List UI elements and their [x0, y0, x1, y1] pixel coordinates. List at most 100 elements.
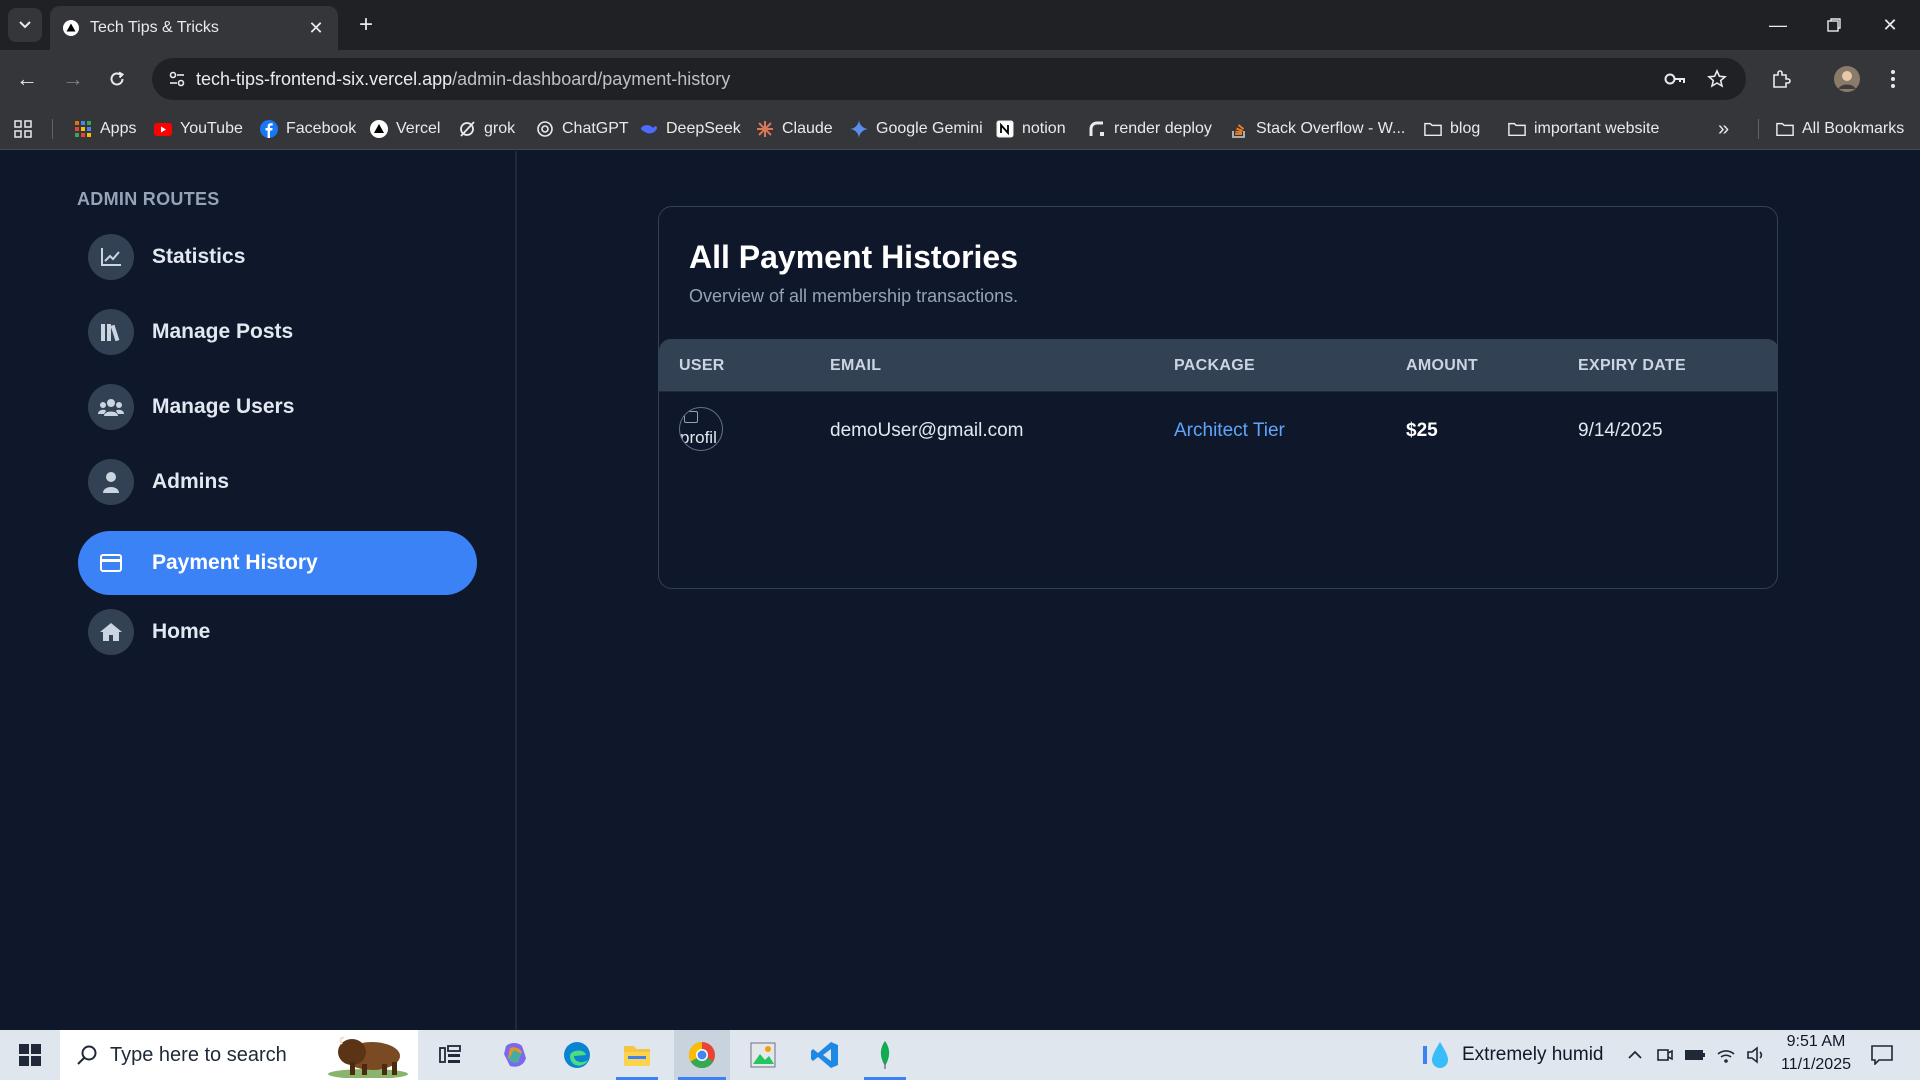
tab-search-button[interactable]: [8, 8, 42, 42]
bookmark-chatgpt[interactable]: ChatGPT: [536, 108, 629, 150]
bookmark-gemini[interactable]: Google Gemini: [850, 108, 983, 150]
close-window-button[interactable]: ✕: [1870, 8, 1910, 42]
taskbar-chrome[interactable]: [674, 1030, 730, 1080]
admin-sidebar: ADMIN ROUTES Statistics Manage Posts Man…: [0, 151, 517, 1030]
forward-button[interactable]: →: [56, 62, 90, 96]
chatgpt-icon: [536, 120, 554, 138]
chart-line-icon: [88, 234, 134, 280]
bookmark-label: blog: [1450, 120, 1481, 137]
weather-text[interactable]: Extremely humid: [1462, 1044, 1604, 1066]
vercel-favicon-icon: [62, 19, 80, 37]
sidebar-heading: ADMIN ROUTES: [77, 189, 220, 209]
bookmark-label: Apps: [100, 120, 137, 137]
bookmark-deepseek[interactable]: DeepSeek: [640, 108, 741, 150]
task-view-button[interactable]: [430, 1030, 470, 1080]
taskbar-mongodb[interactable]: [860, 1030, 910, 1080]
folder-icon: [1508, 120, 1526, 138]
books-icon: [88, 309, 134, 355]
taskbar-edge[interactable]: [552, 1030, 602, 1080]
chevron-down-icon: [19, 21, 31, 29]
column-header-package: PACKAGE: [1174, 357, 1255, 374]
tab-close-icon[interactable]: ✕: [306, 18, 326, 39]
taskbar-search-box[interactable]: Type here to search: [60, 1030, 418, 1080]
page-content: ADMIN ROUTES Statistics Manage Posts Man…: [0, 151, 1920, 1030]
sidebar-item-manage-posts[interactable]: Manage Posts: [78, 300, 477, 364]
edge-icon: [564, 1042, 590, 1068]
tray-battery[interactable]: [1680, 1030, 1710, 1080]
browser-menu-icon[interactable]: [1876, 62, 1910, 96]
reload-button[interactable]: [100, 62, 134, 96]
all-bookmarks-button[interactable]: All Bookmarks: [1776, 108, 1904, 150]
url-domain: tech-tips-frontend-six.vercel.app: [196, 69, 453, 89]
bookmark-label: render deploy: [1114, 120, 1212, 137]
file-explorer-icon: [624, 1046, 650, 1066]
restore-button[interactable]: [1814, 8, 1854, 42]
back-button[interactable]: ←: [10, 62, 44, 96]
minimize-button[interactable]: —: [1758, 8, 1798, 42]
apps-launcher-icon[interactable]: [14, 108, 32, 150]
bookmark-folder-important[interactable]: important website: [1508, 108, 1659, 150]
bookmark-grok[interactable]: grok: [458, 108, 515, 150]
new-tab-button[interactable]: +: [352, 12, 380, 40]
sidebar-item-payment-history[interactable]: Payment History: [78, 531, 477, 595]
bookmarks-overflow-button[interactable]: »: [1718, 108, 1729, 150]
browser-tab[interactable]: Tech Tips & Tricks ✕: [50, 6, 338, 50]
bookmarks-bar: Apps YouTube Facebook Vercel grok ChatGP…: [0, 108, 1920, 150]
profile-avatar[interactable]: [1830, 62, 1864, 96]
humidity-drop-icon: [1423, 1042, 1448, 1068]
sidebar-item-manage-users[interactable]: Manage Users: [78, 375, 477, 439]
sidebar-item-label: Home: [152, 620, 211, 643]
taskbar-file-explorer[interactable]: [612, 1030, 662, 1080]
users-icon: [88, 384, 134, 430]
password-key-icon[interactable]: [1658, 62, 1692, 96]
sidebar-item-statistics[interactable]: Statistics: [78, 225, 477, 289]
bookmark-star-icon[interactable]: [1700, 62, 1734, 96]
browser-tab-bar: Tech Tips & Tricks ✕ + — ✕: [0, 0, 1920, 50]
bookmark-folder-blog[interactable]: blog: [1424, 108, 1480, 150]
folder-icon: [1424, 120, 1442, 138]
bookmark-label: notion: [1022, 120, 1066, 137]
table-row: profil demoUser@gmail.com Architect Tier…: [659, 391, 1777, 467]
bookmarks-divider: [52, 119, 53, 139]
bookmark-render[interactable]: render deploy: [1088, 108, 1212, 150]
taskbar-copilot[interactable]: [490, 1030, 540, 1080]
site-info-icon[interactable]: [160, 62, 194, 96]
tray-volume[interactable]: [1742, 1030, 1770, 1080]
bookmark-facebook[interactable]: Facebook: [260, 108, 356, 150]
weather-widget[interactable]: [1420, 1030, 1454, 1080]
taskbar-vscode[interactable]: [800, 1030, 850, 1080]
bookmark-label: Stack Overflow - W...: [1256, 120, 1406, 137]
bookmark-apps[interactable]: Apps: [74, 108, 136, 150]
notion-icon: [996, 120, 1014, 138]
taskbar-photos[interactable]: [738, 1030, 788, 1080]
sidebar-item-label: Manage Posts: [152, 320, 294, 343]
windows-taskbar: Type here to search Extremely humid 9:51…: [0, 1030, 1920, 1080]
bookmark-notion[interactable]: notion: [996, 108, 1066, 150]
bookmark-label: ChatGPT: [562, 120, 629, 137]
clock-date[interactable]: 11/1/2025: [1776, 1056, 1856, 1074]
tray-network[interactable]: [1712, 1030, 1740, 1080]
bookmark-youtube[interactable]: YouTube: [154, 108, 243, 150]
clock-time[interactable]: 9:51 AM: [1782, 1033, 1850, 1051]
bookmark-claude[interactable]: Claude: [756, 108, 833, 150]
sidebar-item-home[interactable]: Home: [78, 600, 477, 664]
cell-expiry: 9/14/2025: [1578, 420, 1663, 441]
notifications-button[interactable]: [1862, 1030, 1902, 1080]
cell-package: Architect Tier: [1174, 420, 1285, 441]
bookmark-stackoverflow[interactable]: Stack Overflow - W...: [1230, 108, 1405, 150]
cell-email: demoUser@gmail.com: [830, 420, 1024, 441]
page-subtitle: Overview of all membership transactions.: [689, 286, 1019, 306]
tray-meet-now[interactable]: [1652, 1030, 1678, 1080]
wifi-icon: [1717, 1050, 1735, 1063]
extensions-icon[interactable]: [1764, 62, 1798, 96]
address-bar[interactable]: tech-tips-frontend-six.vercel.app/admin-…: [152, 58, 1746, 100]
copilot-icon: [504, 1043, 526, 1067]
sidebar-item-admins[interactable]: Admins: [78, 450, 477, 514]
user-icon: [88, 459, 134, 505]
column-header-amount: AMOUNT: [1406, 357, 1479, 374]
bookmark-vercel[interactable]: Vercel: [370, 108, 440, 150]
tray-overflow-button[interactable]: [1622, 1030, 1648, 1080]
avatar-alt-text: profil: [680, 428, 717, 447]
claude-icon: [756, 120, 774, 138]
start-button[interactable]: [0, 1030, 60, 1080]
